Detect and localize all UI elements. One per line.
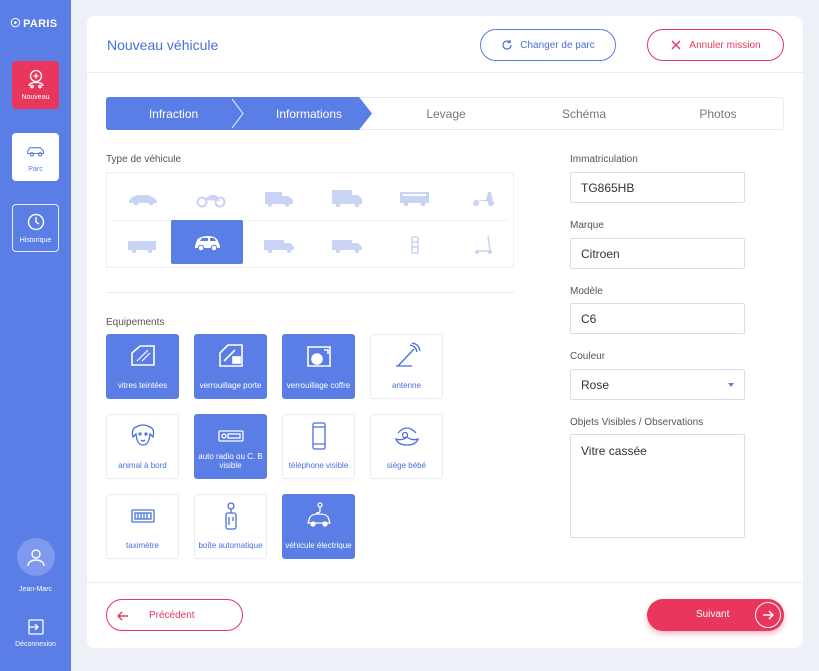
small-car-icon (195, 236, 220, 252)
modele-label: Modèle (570, 286, 603, 297)
vehicle-type-motorcycle[interactable] (175, 176, 247, 220)
tonnage-truck-icon (264, 240, 294, 253)
vehicle-type-bollard[interactable] (379, 223, 451, 267)
marque-label: Marque (570, 220, 604, 231)
gearbox-icon (224, 502, 237, 530)
electric-car-icon (306, 502, 331, 527)
equipements-label: Equipements (106, 317, 165, 328)
avatar (16, 538, 55, 576)
step-schema[interactable]: Schéma (515, 98, 653, 129)
add-car-icon (27, 69, 44, 89)
car-icon (129, 195, 157, 206)
nav-label: Historique (19, 237, 52, 244)
nav-label: Nouveau (21, 94, 50, 101)
equip-siege-bebe[interactable]: siège bébé (370, 414, 443, 479)
history-icon (27, 213, 44, 231)
couleur-label: Couleur (570, 351, 606, 362)
equip-vehicule-electrique[interactable]: véhicule électrique (282, 494, 355, 559)
observations-label: Objets Visibles / Observations (570, 417, 704, 428)
phone-icon (311, 422, 326, 450)
divider (87, 582, 803, 583)
user-icon (26, 549, 45, 567)
marque-field[interactable]: Citroen (570, 238, 745, 269)
vehicle-type-grid (106, 172, 514, 268)
step-informations[interactable]: Informations (244, 98, 374, 129)
equip-telephone-visible[interactable]: téléphone visible (282, 414, 355, 479)
immatriculation-label: Immatriculation (570, 154, 638, 165)
taximeter-icon (130, 509, 155, 523)
vehicle-type-label: Type de véhicule (106, 154, 182, 165)
bus-icon (400, 192, 429, 207)
logout-button[interactable]: Déconnexion (0, 617, 71, 648)
logout-icon (27, 619, 44, 635)
step-infraction[interactable]: Infraction (107, 98, 240, 129)
kick-scooter-icon (475, 235, 492, 254)
main-card: Nouveau véhicule Changer de parc Annuler… (87, 16, 803, 648)
vehicle-type-van[interactable] (243, 176, 315, 220)
step-photos[interactable]: Photos (653, 98, 783, 129)
radio-icon (217, 430, 244, 442)
baby-seat-icon (394, 427, 419, 446)
equip-vitres-teintees[interactable]: vitres teintées (106, 334, 179, 399)
observations-textarea[interactable]: Vitre cassée (570, 434, 745, 538)
paris-logo: ☉ PARIS (10, 16, 58, 30)
vehicle-type-truck-heavy[interactable] (311, 223, 383, 267)
vehicle-type-truck[interactable] (311, 176, 383, 220)
antenna-icon (395, 342, 421, 367)
arrow-left-icon (117, 611, 128, 621)
motorcycle-icon (196, 195, 226, 208)
equip-antenne[interactable]: antenne (370, 334, 443, 399)
logout-label: Déconnexion (15, 641, 56, 648)
door-lock-icon (218, 344, 243, 367)
equip-animal-a-bord[interactable]: animal à bord (106, 414, 179, 479)
stepper: Infraction Informations Levage Schéma Ph… (106, 97, 784, 130)
scooter-icon (473, 192, 494, 206)
divider (87, 72, 803, 73)
couleur-select[interactable]: Rose (570, 369, 745, 400)
couleur-value: Rose (581, 377, 610, 392)
chevron-down-icon (728, 383, 734, 387)
sidebar: ☉ PARIS Nouveau Parc Historique Jean-Marc… (0, 0, 71, 671)
van-icon (265, 192, 293, 207)
nav-historique[interactable]: Historique (12, 204, 59, 252)
nav-label: Parc (28, 166, 43, 173)
refresh-icon (502, 40, 512, 50)
vehicle-type-small-car[interactable] (171, 220, 243, 264)
next-button[interactable]: Suivant (647, 599, 784, 631)
nav-parc[interactable]: Parc (12, 133, 59, 181)
dog-icon (131, 424, 154, 446)
equip-verrouillage-coffre[interactable]: verrouillage coffre (282, 334, 355, 399)
tonnage-truck-icon (332, 240, 362, 253)
vehicle-type-scooter[interactable] (447, 176, 519, 220)
equip-auto-radio[interactable]: auto radio ou C. B visible (194, 414, 267, 479)
vehicle-type-kick-scooter[interactable] (447, 223, 519, 267)
tinted-window-icon (130, 345, 155, 366)
equip-taximetre[interactable]: taximètre (106, 494, 179, 559)
trailer-icon (128, 241, 156, 253)
vehicle-type-truck-3t5[interactable] (243, 223, 315, 267)
divider (106, 292, 514, 293)
arrow-right-icon (755, 602, 781, 628)
equip-boite-automatique[interactable]: boîte automatique (194, 494, 267, 559)
immatriculation-field[interactable]: TG865HB (570, 172, 745, 203)
equip-verrouillage-porte[interactable]: verrouillage porte (194, 334, 267, 399)
close-icon (671, 40, 681, 50)
step-levage[interactable]: Levage (377, 98, 515, 129)
vehicle-type-car[interactable] (107, 176, 179, 220)
truck-icon (332, 190, 362, 208)
bollard-icon (411, 236, 419, 254)
trunk-lock-icon (306, 346, 331, 367)
change-parc-button[interactable]: Changer de parc (480, 29, 616, 61)
cancel-mission-button[interactable]: Annuler mission (647, 29, 784, 61)
vehicle-type-trailer[interactable] (107, 223, 179, 267)
previous-button[interactable]: Précédent (106, 599, 243, 631)
car-icon (26, 147, 44, 157)
vehicle-type-bus[interactable] (379, 176, 451, 220)
nav-nouveau[interactable]: Nouveau (12, 61, 59, 109)
page-title: Nouveau véhicule (107, 37, 219, 53)
user-profile[interactable]: Jean-Marc (0, 538, 71, 593)
user-name: Jean-Marc (18, 586, 53, 593)
modele-field[interactable]: C6 (570, 303, 745, 334)
